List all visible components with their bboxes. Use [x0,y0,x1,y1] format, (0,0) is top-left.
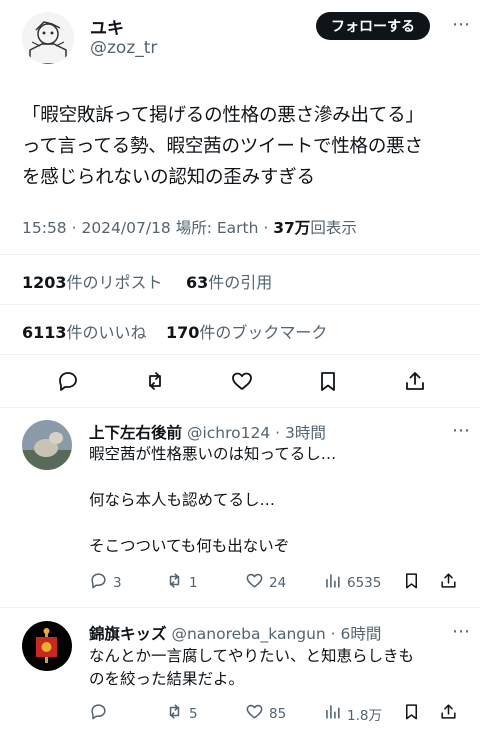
bookmarks-stat[interactable]: 170件のブックマーク [166,319,327,343]
like-icon[interactable] [227,366,257,396]
reposts-stat[interactable]: 1203件のリポスト [22,269,163,293]
reply-text: 暇空茜が性格悪いのは知ってるし… 何なら本人も認めてるし… そこつついても何も出… [89,443,459,558]
tweet-text: 「暇空敗訴って掲げるの性格の悪さ滲み出てる」 って言ってる勢、暇空茜のツイートで… [22,100,462,193]
divider [0,304,480,305]
tweet-text-line: って言ってる勢、暇空茜のツイートで性格の悪さ [22,136,423,157]
reply-text-line [89,466,459,489]
divider [0,607,480,608]
like-icon [245,702,264,725]
likes-count: 6113 [22,323,67,342]
bookmark-icon[interactable] [402,702,421,721]
author-handle[interactable]: @zoz_tr [90,38,157,58]
tweet-meta: 15:58 · 2024/07/18 場所: Earth · 37万回表示 [22,219,357,237]
divider [0,254,480,255]
reply-author-handle[interactable]: @ichro124 [187,424,270,442]
bookmark-icon[interactable] [402,571,421,590]
views-count: 37万 [273,219,311,237]
reposts-count: 1203 [22,273,67,292]
reply-text-line: のを絞った結果だよ。 [89,670,245,688]
repost-icon [165,571,184,594]
reply-reply-button[interactable] [89,702,113,725]
quotes-stat[interactable]: 63件の引用 [186,269,272,293]
tweet-date[interactable]: 2024/07/18 [81,219,170,237]
more-options-icon[interactable]: ⋯ [452,14,470,35]
bookmark-icon[interactable] [313,366,343,396]
repost-icon[interactable] [140,366,170,396]
repost-count: 5 [189,705,198,722]
likes-label: 件のいいね [66,323,147,342]
likes-stat[interactable]: 6113件のいいね [22,319,147,343]
reply-reply-button[interactable]: 3 [89,571,122,594]
quotes-count: 63 [186,273,209,292]
more-options-icon[interactable]: ⋯ [452,420,470,441]
reply-text-line: 暇空茜が性格悪いのは知ってるし… [89,445,337,463]
quotes-label: 件の引用 [208,273,273,292]
reply-icon [89,571,108,594]
views-label: 回表示 [310,219,357,237]
share-icon[interactable] [439,702,458,721]
tweet-text-line: 「暇空敗訴って掲げるの性格の悪さ滲み出てる」 [22,105,424,126]
view-count: 6535 [347,574,382,591]
views-icon [323,571,342,594]
like-icon [245,571,264,594]
reply-header: 上下左右後前 @ichro124 · 3時間 [89,424,326,442]
reply-text-line: 何なら本人も認めてるし… [89,491,276,509]
bookmarks-count: 170 [166,323,200,342]
share-icon[interactable] [400,366,430,396]
reply-author-handle[interactable]: @nanoreba_kangun [171,625,325,643]
reply-views-button[interactable]: 1.8万 [323,702,382,725]
reply-views-button[interactable]: 6535 [323,571,381,594]
reply-actions: 3 1 24 6535 [89,571,469,595]
divider [0,407,480,408]
more-options-icon[interactable]: ⋯ [452,621,470,642]
tweet-location: 場所: Earth [175,219,259,237]
reply-avatar[interactable] [22,420,72,470]
reply-text-line: なんとか一言腐してやりたい、と知恵らしきも [89,647,415,665]
tweet-time[interactable]: 15:58 [22,219,67,237]
divider [0,354,480,355]
reply-text: なんとか一言腐してやりたい、と知恵らしきも のを絞った結果だよ。 [89,645,464,691]
like-count: 85 [269,705,287,722]
reply-author-name[interactable]: 上下左右後前 [89,424,182,442]
reposts-label: 件のリポスト [66,273,163,292]
reply-like-button[interactable]: 85 [245,702,286,725]
tweet-text-line: を感じられないの認知の歪みすぎる [22,167,315,188]
reply-text-line: そこつついても何も出ないぞ [89,537,290,555]
view-count: 1.8万 [347,707,382,724]
reply-text-line [89,512,459,535]
reply-icon [89,702,108,725]
repost-count: 1 [189,574,198,591]
reply-time[interactable]: 3時間 [285,424,326,442]
bookmarks-label: 件のブックマーク [199,323,328,342]
author-avatar[interactable] [22,12,74,64]
reply-like-button[interactable]: 24 [245,571,286,594]
author-name[interactable]: ユキ [90,14,124,39]
reply-header: 錦旗キッズ @nanoreba_kangun · 6時間 [89,625,382,643]
reply-count: 3 [113,574,122,591]
follow-button[interactable]: フォローする [316,12,430,40]
reply-repost-button[interactable]: 1 [165,571,198,594]
reply-repost-button[interactable]: 5 [165,702,198,725]
repost-icon [165,702,184,725]
reply-time[interactable]: 6時間 [341,625,382,643]
reply-author-name[interactable]: 錦旗キッズ [89,625,167,643]
like-count: 24 [269,574,287,591]
tweet-actions [0,366,480,398]
reply-actions: 5 85 1.8万 [89,702,469,726]
reply-icon[interactable] [53,366,83,396]
reply-avatar[interactable] [22,621,72,671]
share-icon[interactable] [439,571,458,590]
views-icon [323,702,342,725]
